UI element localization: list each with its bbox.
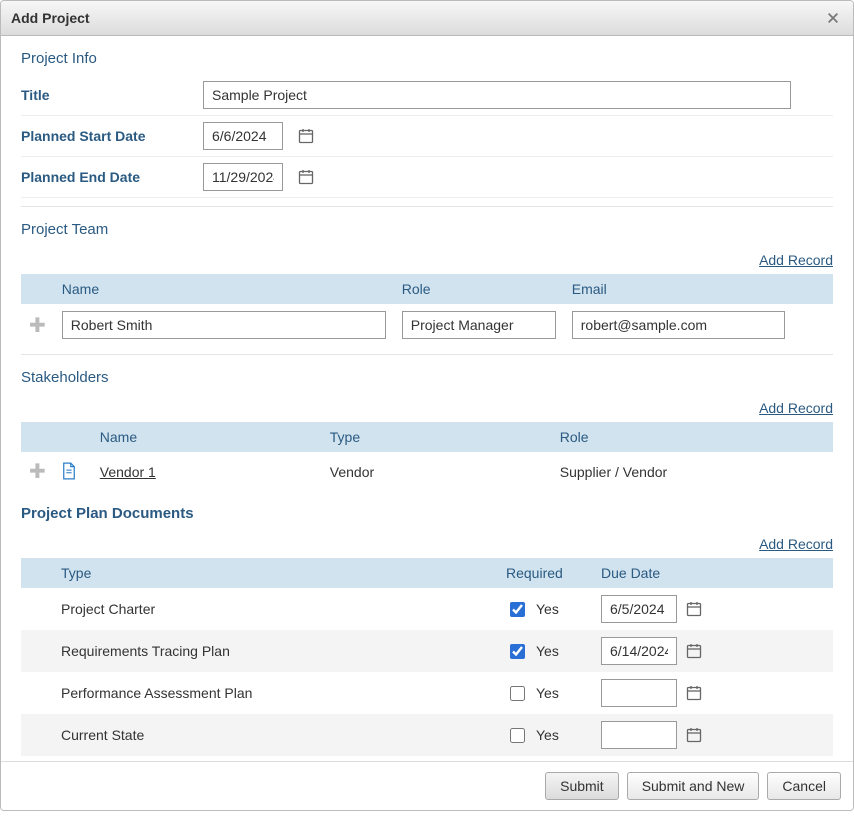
doc-type-cell: Requirements Tracing Plan: [53, 630, 498, 672]
dialog-title: Add Project: [11, 10, 90, 26]
doc-due-input[interactable]: [601, 637, 677, 665]
doc-required-checkbox[interactable]: [510, 644, 525, 659]
doc-required-header: Required: [498, 558, 593, 588]
planned-start-input[interactable]: [203, 122, 283, 150]
handle-header: [21, 558, 53, 588]
doc-required-label: Yes: [536, 643, 559, 659]
doc-due-input[interactable]: [601, 721, 677, 749]
calendar-icon[interactable]: [297, 168, 315, 186]
drag-handle-icon[interactable]: ✚: [29, 461, 46, 483]
stakeholders-add-record-row: Add Record: [21, 394, 833, 422]
stakeholders-heading: Stakeholders: [21, 355, 833, 394]
stakeholder-name-link[interactable]: Vendor 1: [100, 464, 156, 480]
calendar-icon[interactable]: [685, 600, 703, 618]
team-name-header: Name: [54, 274, 394, 304]
planned-end-label: Planned End Date: [21, 169, 193, 185]
title-row: Title: [21, 75, 833, 116]
table-row: ✚ Vendor 1 Vendor Supplier / Vendor: [21, 452, 833, 491]
stakeholder-type-header: Type: [322, 422, 552, 452]
planned-end-input[interactable]: [203, 163, 283, 191]
doc-type-cell: Current State: [53, 714, 498, 756]
team-role-input[interactable]: [402, 311, 556, 339]
handle-header: [21, 274, 54, 304]
drag-handle-icon[interactable]: ✚: [29, 315, 46, 337]
add-record-link[interactable]: Add Record: [759, 536, 833, 552]
doc-required-label: Yes: [536, 685, 559, 701]
document-icon: [62, 462, 78, 482]
doc-required-label: Yes: [536, 727, 559, 743]
stakeholders-table: Name Type Role ✚ Vendor 1 Vendor Supplie…: [21, 422, 833, 491]
team-name-input[interactable]: [62, 311, 386, 339]
doc-due-header: Due Date: [593, 558, 793, 588]
doc-due-input[interactable]: [601, 679, 677, 707]
dialog-footer: Submit Submit and New Cancel: [1, 761, 853, 810]
stakeholder-type-cell: Vendor: [322, 452, 552, 491]
stakeholder-name-header: Name: [92, 422, 322, 452]
project-team-table: Name Role Email ✚: [21, 274, 833, 346]
add-record-link[interactable]: Add Record: [759, 252, 833, 268]
documents-heading: Project Plan Documents: [21, 491, 833, 530]
calendar-icon[interactable]: [297, 127, 315, 145]
doc-due-input[interactable]: [601, 595, 677, 623]
documents-add-record-row: Add Record: [21, 530, 833, 558]
planned-end-row: Planned End Date: [21, 157, 833, 198]
stakeholder-role-cell: Supplier / Vendor: [552, 452, 833, 491]
calendar-icon[interactable]: [685, 642, 703, 660]
documents-table: Type Required Due Date Project Charter Ye…: [21, 558, 833, 761]
table-row: Performance Assessment Plan Yes: [21, 672, 833, 714]
stakeholder-role-header: Role: [552, 422, 833, 452]
doc-type-cell: Performance Assessment Plan: [53, 672, 498, 714]
team-add-record-row: Add Record: [21, 246, 833, 274]
doc-required-checkbox[interactable]: [510, 686, 525, 701]
doc-type-cell: Project Charter: [53, 588, 498, 630]
title-input[interactable]: [203, 81, 791, 109]
table-row: ✚: [21, 304, 833, 346]
submit-button[interactable]: Submit: [545, 772, 619, 800]
team-email-input[interactable]: [572, 311, 785, 339]
table-row: Requirements Tracing Plan Yes: [21, 630, 833, 672]
add-record-link[interactable]: Add Record: [759, 400, 833, 416]
dialog-titlebar: Add Project: [1, 1, 853, 36]
doc-required-checkbox[interactable]: [510, 728, 525, 743]
doc-required-label: Yes: [536, 601, 559, 617]
team-email-header: Email: [564, 274, 793, 304]
submit-and-new-button[interactable]: Submit and New: [627, 772, 760, 800]
planned-start-row: Planned Start Date: [21, 116, 833, 157]
add-project-dialog: Add Project Project Info Title Planned S…: [0, 0, 854, 811]
table-row: Current State Yes: [21, 714, 833, 756]
close-icon[interactable]: [823, 8, 843, 28]
team-role-header: Role: [394, 274, 564, 304]
calendar-icon[interactable]: [685, 684, 703, 702]
project-info-heading: Project Info: [21, 36, 833, 75]
doc-actions-header: [793, 558, 833, 588]
planned-start-label: Planned Start Date: [21, 128, 193, 144]
team-actions-header: [793, 274, 833, 304]
title-label: Title: [21, 87, 193, 103]
spacer-header: [54, 422, 92, 452]
doc-type-header: Type: [53, 558, 498, 588]
table-row: Project Charter Yes: [21, 588, 833, 630]
project-team-heading: Project Team: [21, 207, 833, 246]
handle-header: [21, 422, 54, 452]
calendar-icon[interactable]: [685, 726, 703, 744]
doc-required-checkbox[interactable]: [510, 602, 525, 617]
dialog-body: Project Info Title Planned Start Date Pl…: [1, 36, 853, 761]
cancel-button[interactable]: Cancel: [767, 772, 841, 800]
